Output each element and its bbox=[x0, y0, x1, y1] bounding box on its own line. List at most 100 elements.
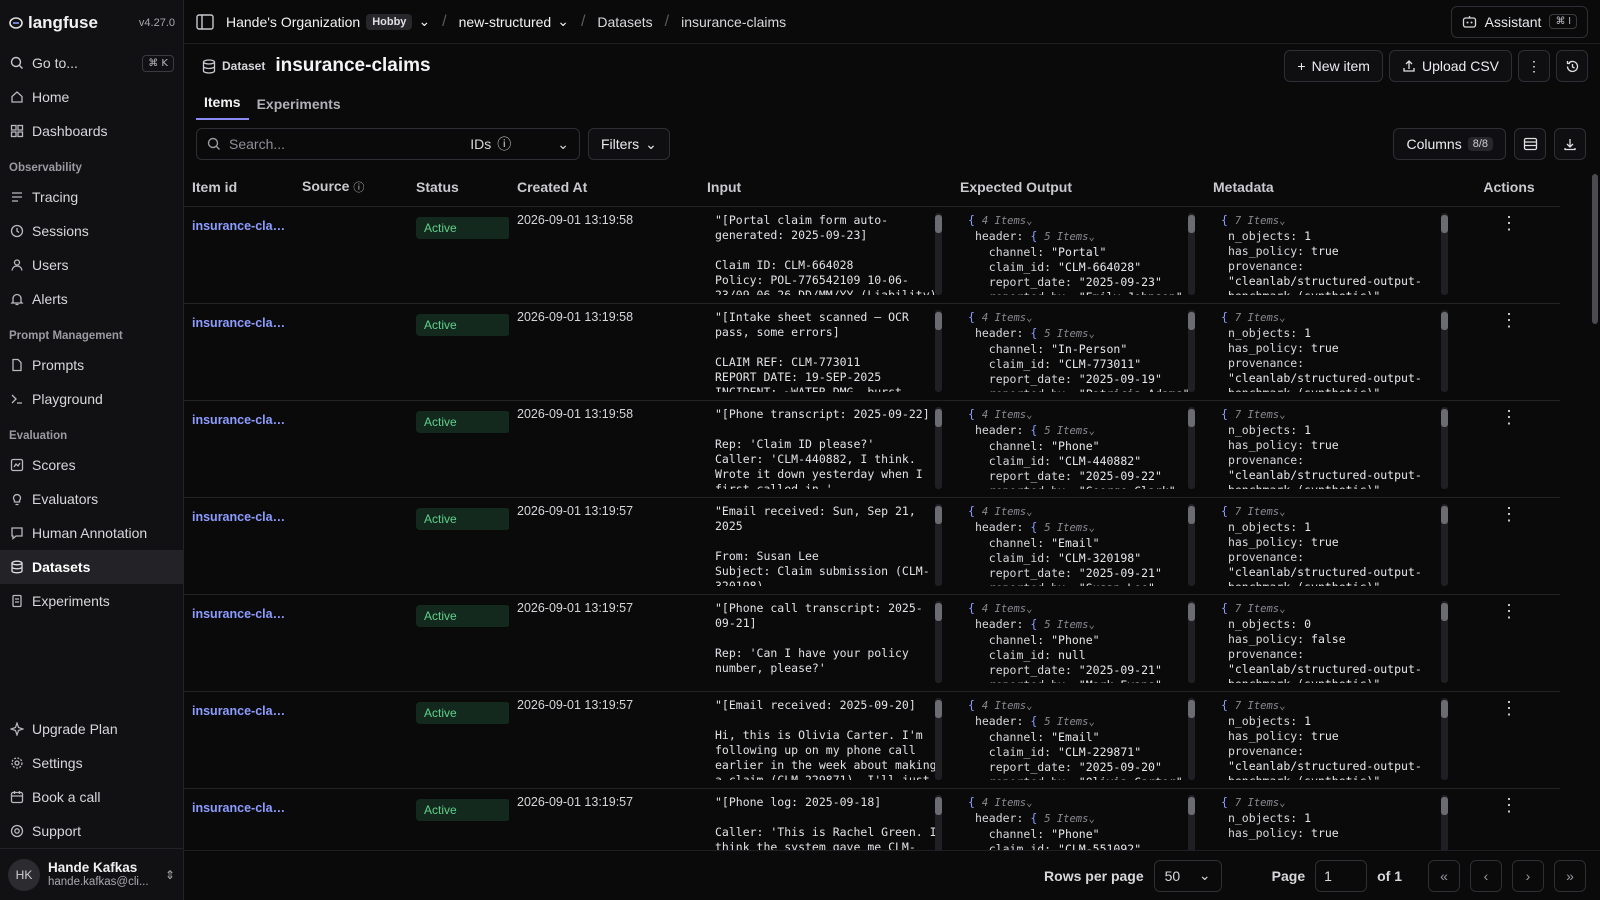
cell-scrollbar[interactable] bbox=[1441, 697, 1448, 780]
header-expected-output[interactable]: Expected Output bbox=[952, 168, 1205, 207]
json-item-count[interactable]: 5 Items bbox=[1044, 522, 1088, 534]
history-button[interactable] bbox=[1556, 50, 1588, 82]
metadata-preview[interactable]: { 7 Items⌄ n_objects: 1 has_policy: true… bbox=[1213, 212, 1450, 295]
more-actions-button[interactable]: ⋮ bbox=[1518, 50, 1550, 82]
breadcrumb-current[interactable]: insurance-claims bbox=[681, 14, 786, 30]
last-page-button[interactable]: » bbox=[1554, 859, 1586, 892]
table-row[interactable]: insurance-claim... Active 2026-09-01 13:19… bbox=[184, 788, 1560, 850]
sidebar-item-support[interactable]: Support bbox=[0, 814, 183, 848]
new-item-button[interactable]: + New item bbox=[1284, 50, 1383, 82]
tab-items[interactable]: Items bbox=[196, 94, 249, 120]
search-mode-select[interactable]: IDs ⓘ ⌄ bbox=[470, 134, 569, 154]
first-page-button[interactable]: « bbox=[1428, 859, 1460, 892]
input-preview[interactable]: "[Phone transcript: 2025-09-22] Rep: 'Cl… bbox=[707, 406, 944, 489]
input-preview[interactable]: "[Phone log: 2025-09-18] Caller: 'This i… bbox=[707, 794, 944, 850]
sidebar-item-tracing[interactable]: Tracing bbox=[0, 180, 183, 214]
input-preview[interactable]: "[Intake sheet scanned — OCR pass, some … bbox=[707, 309, 944, 392]
sidebar-item-upgrade[interactable]: Upgrade Plan bbox=[0, 712, 183, 746]
expected-output-preview[interactable]: { 4 Items⌄ header: { 5 Items⌄ channel: "… bbox=[960, 794, 1197, 850]
cell-scrollbar[interactable] bbox=[1441, 406, 1448, 489]
row-actions-button[interactable]: ⋮ bbox=[1500, 795, 1518, 815]
json-item-count[interactable]: 7 Items bbox=[1235, 215, 1279, 227]
json-item-count[interactable]: 7 Items bbox=[1235, 700, 1279, 712]
metadata-preview[interactable]: { 7 Items⌄ n_objects: 0 has_policy: fals… bbox=[1213, 600, 1450, 683]
status-badge[interactable]: Active bbox=[416, 604, 509, 627]
table-row[interactable]: insurance-claim... Active 2026-09-01 13:19… bbox=[184, 400, 1560, 497]
item-id-link[interactable]: insurance-claim... bbox=[192, 213, 286, 233]
metadata-preview[interactable]: { 7 Items⌄ n_objects: 1 has_policy: true bbox=[1213, 794, 1450, 850]
json-item-count[interactable]: 7 Items bbox=[1235, 312, 1279, 324]
status-badge[interactable]: Active bbox=[416, 798, 509, 821]
breadcrumb-datasets[interactable]: Datasets bbox=[597, 14, 652, 30]
table-row[interactable]: insurance-claim... Active 2026-09-01 13:19… bbox=[184, 691, 1560, 788]
table-scrollbar[interactable] bbox=[1590, 168, 1600, 850]
status-badge[interactable]: Active bbox=[416, 507, 509, 530]
table-row[interactable]: insurance-claim... Active 2026-09-01 13:19… bbox=[184, 206, 1560, 303]
row-actions-button[interactable]: ⋮ bbox=[1500, 601, 1518, 621]
sidebar-item-datasets[interactable]: Datasets bbox=[0, 550, 183, 584]
sidebar-item-dashboards[interactable]: Dashboards bbox=[0, 114, 183, 148]
cell-scrollbar[interactable] bbox=[935, 309, 942, 392]
metadata-preview[interactable]: { 7 Items⌄ n_objects: 1 has_policy: true… bbox=[1213, 406, 1450, 489]
cell-scrollbar[interactable] bbox=[1188, 697, 1195, 780]
header-source[interactable]: Source ⓘ bbox=[294, 168, 408, 207]
upload-csv-button[interactable]: Upload CSV bbox=[1388, 50, 1512, 82]
cell-scrollbar[interactable] bbox=[1188, 600, 1195, 683]
status-badge[interactable]: Active bbox=[416, 313, 509, 336]
cell-scrollbar[interactable] bbox=[1188, 794, 1195, 850]
json-item-count[interactable]: 4 Items bbox=[982, 700, 1026, 712]
langfuse-logo[interactable]: langfuse bbox=[8, 13, 98, 33]
page-input[interactable]: 1 bbox=[1315, 859, 1368, 892]
filters-button[interactable]: Filters ⌄ bbox=[588, 128, 670, 160]
json-item-count[interactable]: 7 Items bbox=[1235, 603, 1279, 615]
expected-output-preview[interactable]: { 4 Items⌄ header: { 5 Items⌄ channel: "… bbox=[960, 503, 1197, 586]
item-id-link[interactable]: insurance-claim... bbox=[192, 795, 286, 815]
expected-output-preview[interactable]: { 4 Items⌄ header: { 5 Items⌄ channel: "… bbox=[960, 600, 1197, 683]
cell-scrollbar[interactable] bbox=[1188, 212, 1195, 295]
sidebar-item-home[interactable]: Home bbox=[0, 80, 183, 114]
cell-scrollbar[interactable] bbox=[1188, 406, 1195, 489]
expected-output-preview[interactable]: { 4 Items⌄ header: { 5 Items⌄ channel: "… bbox=[960, 309, 1197, 392]
user-menu[interactable]: HK Hande Kafkas hande.kafkas@cli... ⇕ bbox=[0, 848, 183, 900]
row-actions-button[interactable]: ⋮ bbox=[1500, 698, 1518, 718]
sidebar-item-playground[interactable]: Playground bbox=[0, 382, 183, 416]
download-button[interactable] bbox=[1554, 128, 1586, 160]
sidebar-item-alerts[interactable]: Alerts bbox=[0, 282, 183, 316]
table-row[interactable]: insurance-claim... Active 2026-09-01 13:19… bbox=[184, 303, 1560, 400]
input-preview[interactable]: "[Portal claim form auto- generated: 202… bbox=[707, 212, 944, 295]
tab-experiments[interactable]: Experiments bbox=[249, 96, 349, 120]
table-row[interactable]: insurance-claim... Active 2026-09-01 13:19… bbox=[184, 497, 1560, 594]
json-item-count[interactable]: 4 Items bbox=[982, 603, 1026, 615]
cell-scrollbar[interactable] bbox=[935, 794, 942, 850]
json-item-count[interactable]: 5 Items bbox=[1044, 328, 1088, 340]
expected-output-preview[interactable]: { 4 Items⌄ header: { 5 Items⌄ channel: "… bbox=[960, 212, 1197, 295]
json-item-count[interactable]: 4 Items bbox=[982, 506, 1026, 518]
json-item-count[interactable]: 5 Items bbox=[1044, 231, 1088, 243]
expected-output-preview[interactable]: { 4 Items⌄ header: { 5 Items⌄ channel: "… bbox=[960, 406, 1197, 489]
item-id-link[interactable]: insurance-claim... bbox=[192, 407, 286, 427]
sidebar-item-scores[interactable]: Scores bbox=[0, 448, 183, 482]
columns-button[interactable]: Columns 8/8 bbox=[1393, 128, 1506, 160]
prev-page-button[interactable]: ‹ bbox=[1470, 859, 1502, 892]
cell-scrollbar[interactable] bbox=[935, 697, 942, 780]
metadata-preview[interactable]: { 7 Items⌄ n_objects: 1 has_policy: true… bbox=[1213, 697, 1450, 780]
row-actions-button[interactable]: ⋮ bbox=[1500, 213, 1518, 233]
cell-scrollbar[interactable] bbox=[935, 406, 942, 489]
project-switcher[interactable]: new-structured ⌄ bbox=[459, 13, 569, 30]
scrollbar-thumb[interactable] bbox=[1592, 174, 1598, 324]
cell-scrollbar[interactable] bbox=[1441, 600, 1448, 683]
assistant-button[interactable]: Assistant ⌘ I bbox=[1450, 5, 1588, 38]
input-preview[interactable]: "[Phone call transcript: 2025- 09-21] Re… bbox=[707, 600, 944, 683]
header-created-at[interactable]: Created At bbox=[509, 168, 699, 207]
metadata-preview[interactable]: { 7 Items⌄ n_objects: 1 has_policy: true… bbox=[1213, 309, 1450, 392]
json-item-count[interactable]: 5 Items bbox=[1044, 425, 1088, 437]
sidebar-item-book-call[interactable]: Book a call bbox=[0, 780, 183, 814]
next-page-button[interactable]: › bbox=[1512, 859, 1544, 892]
json-item-count[interactable]: 5 Items bbox=[1044, 813, 1088, 825]
org-switcher[interactable]: Hande's Organization Hobby ⌄ bbox=[226, 13, 430, 30]
json-item-count[interactable]: 7 Items bbox=[1235, 506, 1279, 518]
cell-scrollbar[interactable] bbox=[1441, 503, 1448, 586]
cell-scrollbar[interactable] bbox=[1441, 212, 1448, 295]
header-input[interactable]: Input bbox=[699, 168, 952, 207]
sidebar-item-prompts[interactable]: Prompts bbox=[0, 348, 183, 382]
